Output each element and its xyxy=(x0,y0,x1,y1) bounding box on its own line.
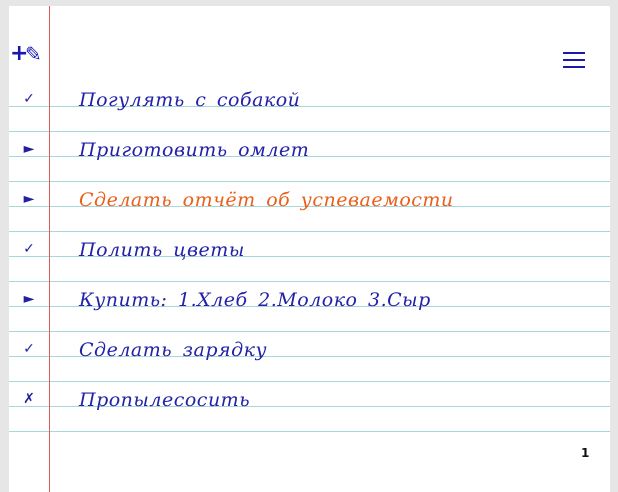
play-arrow-icon[interactable]: ► xyxy=(21,141,37,157)
play-arrow-icon[interactable]: ► xyxy=(21,291,37,307)
play-arrow-icon[interactable]: ► xyxy=(21,191,37,207)
task-item[interactable]: ► Купить: 1.Хлеб 2.Молоко 3.Сыр xyxy=(9,289,610,339)
task-text: Приготовить омлет xyxy=(79,139,310,161)
task-text: Пропылесосить xyxy=(79,389,251,411)
cross-icon[interactable]: ✗ xyxy=(21,391,37,407)
checkmark-icon[interactable]: ✓ xyxy=(21,341,37,357)
checkmark-icon[interactable]: ✓ xyxy=(21,241,37,257)
task-text: Погулять с собакой xyxy=(79,89,301,111)
task-text: Сделать отчёт об успеваемости xyxy=(79,189,454,211)
checkmark-icon[interactable]: ✓ xyxy=(21,91,37,107)
task-item[interactable]: ✓ Погулять с собакой xyxy=(9,89,610,139)
task-item[interactable]: ✓ Сделать зарядку xyxy=(9,339,610,389)
task-text: Полить цветы xyxy=(79,239,245,261)
task-text: Сделать зарядку xyxy=(79,339,267,361)
notebook-page: + ✎ ✓ Погулять с собакой ► Приготовить о… xyxy=(9,6,610,492)
page-number: 1 xyxy=(581,446,590,460)
task-item[interactable]: ► Приготовить омлет xyxy=(9,139,610,189)
task-item[interactable]: ✓ Полить цветы xyxy=(9,239,610,289)
hamburger-menu-icon[interactable] xyxy=(563,52,585,69)
edit-pencil-icon[interactable]: ✎ xyxy=(25,44,42,64)
task-text: Купить: 1.Хлеб 2.Молоко 3.Сыр xyxy=(79,289,431,311)
task-item[interactable]: ► Сделать отчёт об успеваемости xyxy=(9,189,610,239)
task-item[interactable]: ✗ Пропылесосить xyxy=(9,389,610,439)
